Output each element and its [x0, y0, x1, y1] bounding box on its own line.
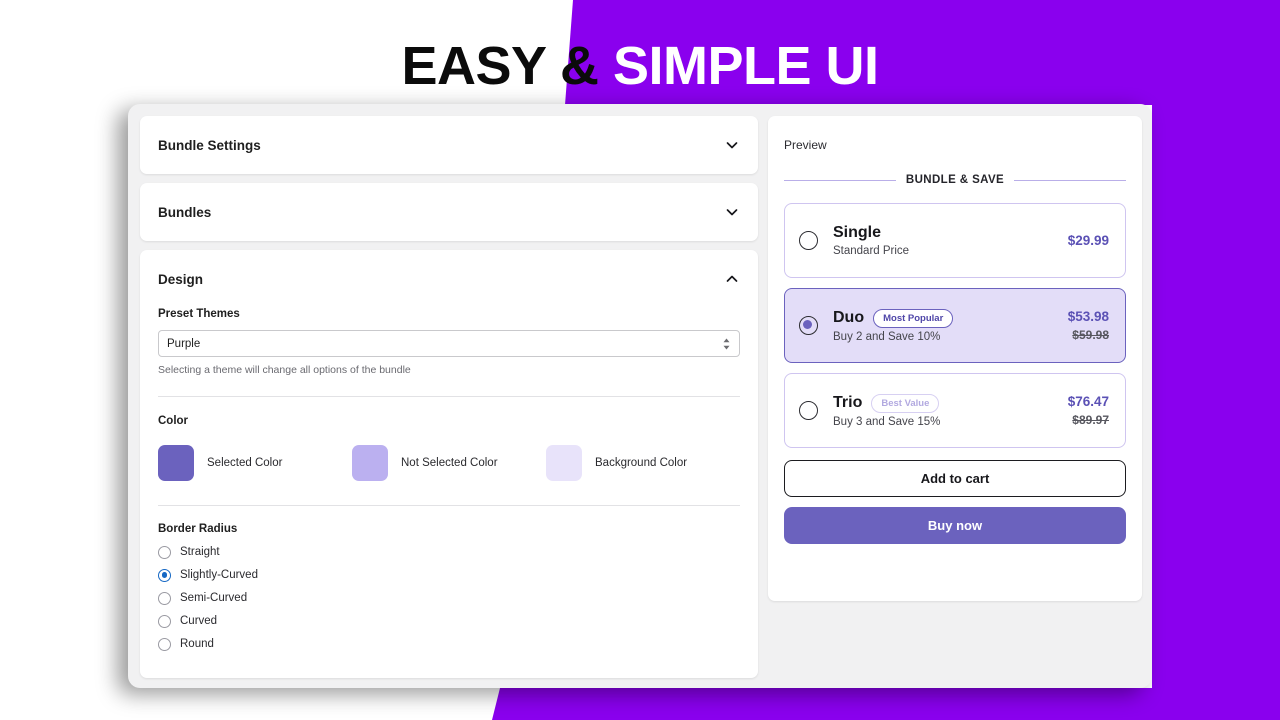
heading-rule-right: [1014, 179, 1126, 181]
bundle-title-trio: Trio: [833, 394, 863, 411]
color-swatch-row: Selected Color Not Selected Color Backgr…: [158, 445, 740, 481]
purple-background-bottom: [492, 688, 1280, 720]
radio-label-straight: Straight: [180, 546, 220, 558]
swatch-label-background-color: Background Color: [595, 457, 688, 469]
bundle-option-single[interactable]: Single Standard Price $29.99: [784, 203, 1126, 278]
bundle-title-duo: Duo: [833, 309, 865, 326]
divider-after-colors: [158, 505, 740, 506]
badge-most-popular: Most Popular: [873, 308, 954, 328]
accordion-header-bundle-settings[interactable]: Bundle Settings: [140, 116, 758, 174]
radio-row-straight[interactable]: Straight: [158, 541, 740, 563]
swatch-label-not-selected-color: Not Selected Color: [401, 457, 498, 469]
preset-themes-selected-value: Purple: [167, 337, 201, 350]
bundle-prices-trio: $76.47 $89.97: [1068, 394, 1109, 427]
bundle-price-single: $29.99: [1067, 232, 1109, 248]
screenshot-stage: EASY & SIMPLE UI Bundle Settings Bundles: [0, 0, 1280, 720]
divider-after-themes: [158, 396, 740, 397]
bundle-radio-single[interactable]: [799, 231, 818, 250]
radio-label-round: Round: [180, 638, 214, 650]
stepper-arrows-icon: [722, 337, 731, 351]
color-item-selected: Selected Color: [158, 445, 352, 481]
bundle-texts-duo: Duo Most Popular Buy 2 and Save 10%: [833, 308, 1068, 343]
chevron-up-icon[interactable]: [724, 271, 740, 287]
color-item-background: Background Color: [546, 445, 740, 481]
bundle-prices-duo: $53.98 $59.98: [1068, 309, 1109, 342]
accordion-title-bundles: Bundles: [158, 204, 212, 220]
accordion-header-design[interactable]: Design: [140, 250, 758, 308]
radio-round[interactable]: [158, 637, 171, 651]
border-radius-radio-group: Straight Slightly-Curved Semi-Curved Cur…: [158, 541, 740, 655]
bundle-subtitle-single: Standard Price: [833, 245, 910, 257]
radio-semi-curved[interactable]: [158, 591, 171, 605]
swatch-label-selected-color: Selected Color: [207, 457, 283, 469]
preview-card: Preview BUNDLE & SAVE Single Standard Pr…: [768, 116, 1142, 601]
radio-row-semi-curved[interactable]: Semi-Curved: [158, 587, 740, 609]
bundle-texts-single: Single Standard Price: [833, 224, 1068, 257]
preset-themes-label: Preset Themes: [158, 308, 240, 320]
page-title: EASY & SIMPLE UI: [0, 36, 1280, 96]
bundle-old-price-trio: $89.97: [1072, 413, 1109, 427]
bundle-texts-trio: Trio Best Value Buy 3 and Save 15%: [833, 393, 1068, 428]
buy-now-button[interactable]: Buy now: [784, 507, 1126, 544]
bundle-title-row-single: Single: [833, 224, 1068, 242]
bundle-subtitle-duo: Buy 2 and Save 10%: [833, 330, 941, 343]
panel-bundles: Bundles: [140, 183, 758, 241]
preview-label: Preview: [784, 138, 827, 152]
panel-bundle-settings: Bundle Settings: [140, 116, 758, 174]
bundle-radio-duo[interactable]: [799, 316, 818, 335]
accordion-title-design: Design: [158, 271, 204, 287]
radio-slightly-curved[interactable]: [158, 568, 171, 582]
app-window: Bundle Settings Bundles Design Preset Th…: [128, 104, 1152, 688]
bundle-save-heading: BUNDLE & SAVE: [784, 174, 1126, 186]
swatch-background-color[interactable]: [546, 445, 582, 481]
bundle-title-row-duo: Duo Most Popular: [833, 308, 1068, 328]
bundle-radio-trio[interactable]: [799, 401, 818, 420]
accordion-header-bundles[interactable]: Bundles: [140, 183, 758, 241]
bundle-option-duo[interactable]: Duo Most Popular Buy 2 and Save 10% $53.…: [784, 288, 1126, 363]
bundle-prices-single: $29.99: [1068, 233, 1109, 249]
bundle-title-single: Single: [833, 224, 882, 241]
accordion-title-bundle-settings: Bundle Settings: [158, 137, 261, 153]
swatch-selected-color[interactable]: [158, 445, 194, 481]
bundle-save-text: BUNDLE & SAVE: [905, 174, 1005, 186]
preset-themes-helper-text: Selecting a theme will change all option…: [158, 364, 411, 376]
bundle-option-trio[interactable]: Trio Best Value Buy 3 and Save 15% $76.4…: [784, 373, 1126, 448]
design-panel-body: Preset Themes Purple Selecting a theme w…: [140, 308, 758, 678]
purple-background-right: [1152, 0, 1280, 720]
radio-row-slightly-curved[interactable]: Slightly-Curved: [158, 564, 740, 586]
radio-straight[interactable]: [158, 545, 171, 559]
bundle-old-price-duo: $59.98: [1072, 328, 1109, 342]
settings-column: Bundle Settings Bundles Design Preset Th…: [128, 104, 768, 688]
page-title-dark: EASY &: [401, 36, 599, 96]
chevron-down-icon[interactable]: [724, 137, 740, 153]
radio-row-curved[interactable]: Curved: [158, 610, 740, 632]
bundle-subtitle-trio: Buy 3 and Save 15%: [833, 415, 941, 428]
color-section-label: Color: [158, 415, 189, 427]
bundle-price-duo: $53.98: [1067, 309, 1109, 324]
radio-label-semi-curved: Semi-Curved: [180, 592, 248, 604]
color-item-not-selected: Not Selected Color: [352, 445, 546, 481]
swatch-not-selected-color[interactable]: [352, 445, 388, 481]
radio-label-curved: Curved: [180, 615, 218, 627]
badge-best-value: Best Value: [871, 393, 940, 413]
border-radius-label: Border Radius: [158, 523, 238, 535]
radio-label-slightly-curved: Slightly-Curved: [180, 569, 258, 581]
preview-column: Preview BUNDLE & SAVE Single Standard Pr…: [768, 104, 1152, 688]
radio-row-round[interactable]: Round: [158, 633, 740, 655]
add-to-cart-button[interactable]: Add to cart: [784, 460, 1126, 497]
panel-design: Design Preset Themes Purple Selecting a …: [140, 250, 758, 678]
heading-rule-left: [784, 179, 896, 181]
radio-curved[interactable]: [158, 614, 171, 628]
preset-themes-select[interactable]: Purple: [158, 330, 740, 357]
page-title-light: SIMPLE UI: [613, 36, 879, 96]
bundle-title-row-trio: Trio Best Value: [833, 393, 1068, 413]
bundle-price-trio: $76.47: [1067, 394, 1109, 409]
chevron-down-icon[interactable]: [724, 204, 740, 220]
